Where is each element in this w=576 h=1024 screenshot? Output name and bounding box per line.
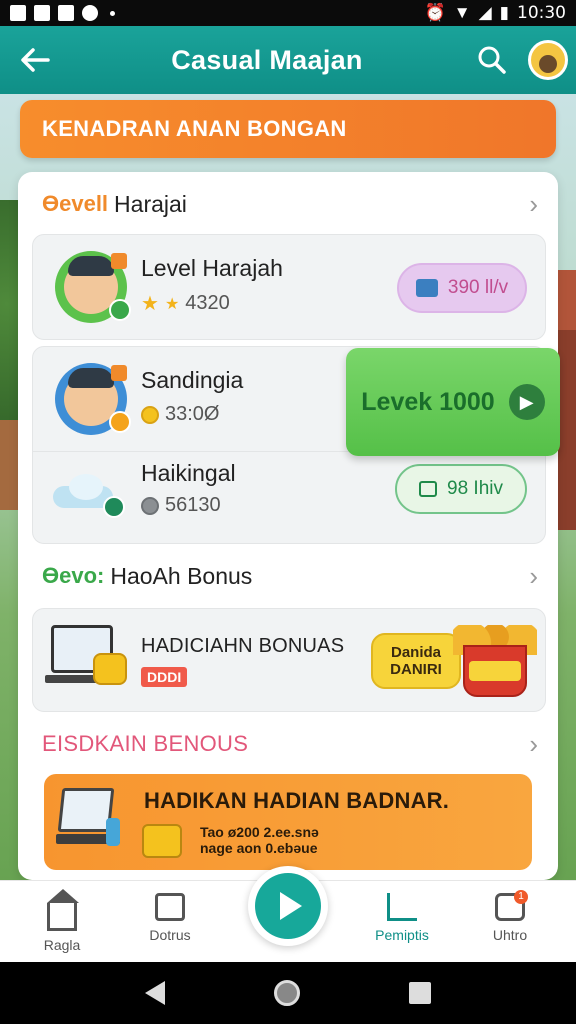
star-icon: ★ (141, 293, 159, 315)
reward-label: 98 Ihiv (447, 478, 503, 499)
leaderboard-row[interactable]: Haikingal 56130 98 Ihiv (32, 452, 546, 544)
notification-icon (10, 5, 26, 21)
laptop-icon (56, 784, 120, 850)
system-home-icon[interactable] (273, 980, 300, 1006)
more-notifications-icon (110, 10, 115, 16)
system-navigation-bar (0, 962, 576, 1024)
cloud-icon (53, 468, 125, 518)
bonus-badge-line1: Danida (390, 644, 441, 661)
score-value: 56130 (165, 494, 221, 516)
nav-label: Dotrus (149, 927, 191, 943)
chevron-right-icon[interactable]: › (529, 729, 538, 760)
battery-icon: ▮ (499, 3, 509, 22)
player-name: Haikingal (141, 460, 236, 486)
score-value: 4320 (185, 292, 230, 314)
leaderboard-title: Harajai (114, 190, 187, 217)
main-card: Ɵevell Harajai › Level Harajah ★ ★ 4320 … (18, 172, 560, 880)
player-score: 33:0Ø (141, 403, 219, 426)
nav-item-ranking[interactable]: Pemiptis (362, 893, 442, 955)
leaderboard-header[interactable]: Ɵevell Harajai › (42, 184, 538, 224)
nav-label: Uhtro (492, 927, 528, 943)
avatar (55, 251, 131, 323)
status-time: 10:30 (517, 3, 566, 23)
alarm-icon: ⏰ (424, 3, 446, 22)
inbox-icon: 1 (495, 890, 528, 921)
page-title: Casual Maajan (171, 44, 363, 75)
nav-item-home[interactable]: Ragla (22, 889, 102, 955)
bonus-card-title: HADICIAHN BONUAS (141, 635, 345, 657)
promo-banner[interactable]: HADIKAN HADIAN BADNAR. Tao ø200 2.ee.snə… (44, 774, 532, 870)
level-button-label: Levek 1000 (361, 387, 495, 416)
avatar (55, 363, 131, 435)
chart-icon (387, 893, 417, 921)
notification-icon (82, 5, 98, 21)
app-bar: Casual Maajan (0, 26, 576, 94)
profile-avatar-button[interactable] (520, 26, 576, 94)
system-recents-icon[interactable] (409, 982, 432, 1004)
chevron-right-icon[interactable]: › (529, 561, 538, 592)
notification-icon (34, 5, 50, 21)
nav-label: Ragla (43, 937, 81, 953)
level-button[interactable]: Levek 1000 ▶ (346, 348, 560, 456)
event-bonus-title: EISDKAIN BENOUS (42, 731, 249, 756)
daily-bonus-title: HaoAh Bonus (110, 562, 253, 589)
nav-item-bonus[interactable]: Dotrus (130, 893, 210, 955)
mail-icon (419, 481, 437, 497)
event-bonus-header[interactable]: EISDKAIN BENOUS › (42, 724, 538, 764)
signal-icon: ◢ (478, 3, 492, 22)
play-button[interactable] (248, 866, 328, 946)
bonus-badge-line2: DANIRI (390, 661, 442, 678)
gold-bag-icon (142, 824, 182, 858)
chevron-right-icon[interactable]: › (529, 189, 538, 220)
player-score: ★ ★ 4320 (141, 291, 230, 316)
nav-label: Pemiptis (375, 927, 429, 943)
home-icon (47, 889, 79, 931)
daily-bonus-header[interactable]: Ɵevo: HaoAh Bonus › (42, 556, 538, 596)
leaderboard-list: Level Harajah ★ ★ 4320 390 ll/v Sandingi… (32, 234, 560, 544)
daily-bonus-brand: Ɵevo: (42, 563, 105, 588)
player-name: Sandingia (141, 367, 244, 393)
top-banner[interactable]: KENADRAN ANAN BONGAN (20, 100, 556, 158)
bonus-badge: Danida DANIRI (371, 633, 461, 689)
search-icon (478, 46, 506, 74)
promo-line: Tao ø200 2.ee.snə (200, 824, 319, 840)
background-hut (0, 420, 20, 510)
status-bar: ⏰ ▼ ◢ ▮ 10:30 (0, 0, 576, 26)
coin-icon (141, 405, 159, 424)
snack-bucket-icon (453, 619, 537, 703)
nav-item-inbox[interactable]: 1 Uhtro (470, 890, 550, 955)
gift-icon (415, 279, 438, 297)
reward-button[interactable]: 98 Ihiv (395, 464, 527, 514)
leaderboard-row[interactable]: Level Harajah ★ ★ 4320 390 ll/v (32, 234, 546, 340)
bonus-card-tag: DDDI (141, 667, 188, 687)
leaderboard-brand: Ɵevell (42, 191, 109, 216)
arrow-left-icon (21, 48, 50, 72)
player-score: 56130 (141, 494, 221, 517)
star-icon: ★ (164, 295, 180, 313)
promo-line: nage aon 0.ebəue (200, 840, 318, 856)
avatar (528, 40, 568, 80)
promo-title: HADIKAN HADIAN BADNAR. (144, 788, 450, 813)
back-button[interactable] (0, 26, 70, 94)
gift-box-icon (155, 893, 185, 921)
notification-badge: 1 (514, 890, 528, 904)
gold-bag-icon (93, 653, 127, 685)
system-back-icon[interactable] (144, 981, 165, 1005)
reward-button[interactable]: 390 ll/v (397, 263, 527, 313)
score-value: 33:0Ø (165, 403, 220, 425)
daily-bonus-card[interactable]: HADICIAHN BONUAS DDDI Danida DANIRI (32, 608, 546, 712)
play-icon (280, 892, 302, 920)
coin-icon (141, 496, 159, 515)
chevron-right-icon: ▶ (508, 384, 545, 420)
notification-icon (58, 5, 74, 21)
wifi-icon: ▼ (453, 3, 471, 22)
player-name: Level Harajah (141, 255, 283, 281)
reward-label: 390 ll/v (447, 277, 509, 298)
search-button[interactable] (464, 26, 520, 94)
